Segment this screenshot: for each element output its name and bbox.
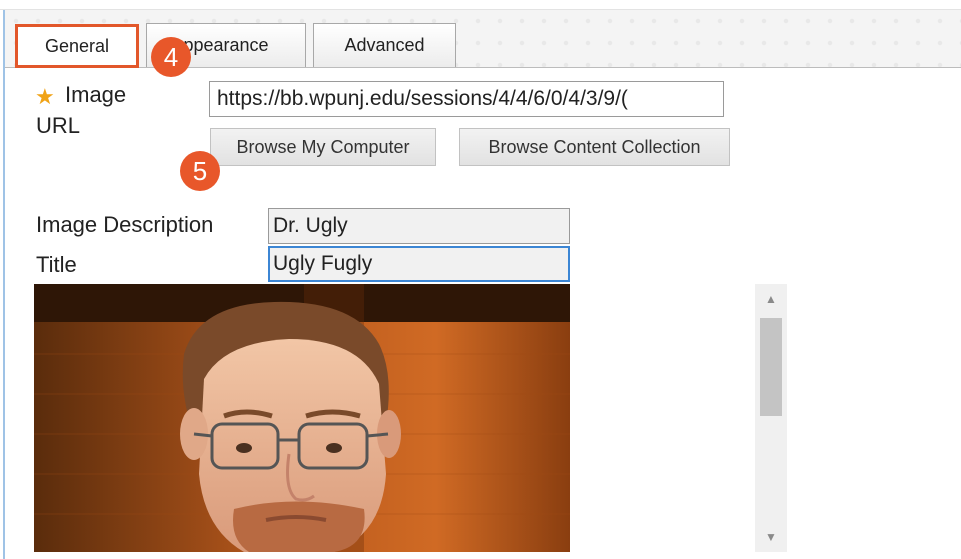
title-label: Title xyxy=(36,252,77,277)
scrollbar-thumb[interactable] xyxy=(760,318,782,416)
step-badge-4: 4 xyxy=(151,37,191,77)
tab-general[interactable]: General xyxy=(15,24,139,68)
dialog-left-border xyxy=(3,10,5,559)
image-url-input[interactable]: https://bb.wpunj.edu/sessions/4/4/6/0/4/… xyxy=(209,81,724,117)
browse-my-computer-button[interactable]: Browse My Computer xyxy=(210,128,436,166)
scroll-up-arrow-icon[interactable]: ▲ xyxy=(755,286,787,312)
image-url-label-line2: URL xyxy=(36,113,81,138)
window-top-edge xyxy=(0,0,961,10)
image-description-label: Image Description xyxy=(36,212,214,237)
image-preview xyxy=(34,284,570,552)
tab-advanced[interactable]: Advanced xyxy=(313,23,456,67)
step-badge-5: 5 xyxy=(180,151,220,191)
image-description-input[interactable]: Dr. Ugly xyxy=(268,208,570,244)
required-star-icon: ★ xyxy=(35,84,55,109)
image-url-label-line1: Image xyxy=(65,82,127,107)
portrait-photo xyxy=(34,284,570,552)
title-input[interactable]: Ugly Fugly xyxy=(268,246,570,282)
browse-content-collection-button[interactable]: Browse Content Collection xyxy=(459,128,730,166)
scroll-down-arrow-icon[interactable]: ▼ xyxy=(755,524,787,550)
preview-scrollbar[interactable]: ▲ ▼ xyxy=(755,284,787,552)
